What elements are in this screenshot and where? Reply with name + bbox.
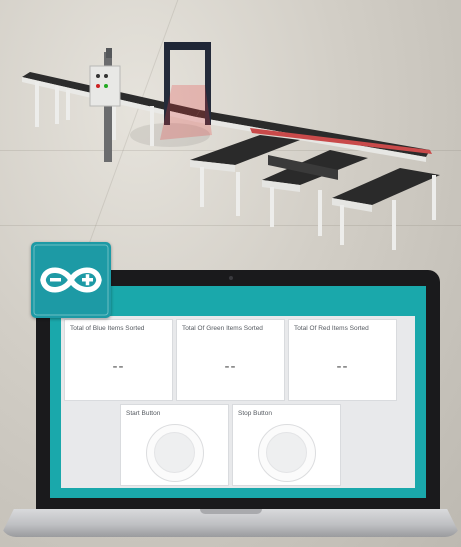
green-items-card: Total Of Green Items Sorted --: [176, 319, 285, 401]
control-cabinet: [89, 48, 121, 162]
stop-button-title: Stop Button: [238, 410, 272, 417]
blue-items-title: Total of Blue Items Sorted: [70, 325, 145, 332]
blue-items-value: --: [112, 358, 125, 375]
red-items-value: --: [336, 358, 349, 375]
scanner-gate: [160, 42, 212, 140]
stop-button-card: Stop Button: [232, 404, 341, 486]
red-items-card: Total Of Red Items Sorted --: [288, 319, 397, 401]
arduino-logo: [31, 242, 111, 318]
laptop-notch: [200, 509, 262, 514]
green-items-title: Total Of Green Items Sorted: [182, 325, 263, 332]
dashboard: Total of Blue Items Sorted -- Total Of G…: [61, 316, 415, 488]
webcam-icon: [229, 276, 233, 280]
blue-items-card: Total of Blue Items Sorted --: [64, 319, 173, 401]
green-items-value: --: [224, 358, 237, 375]
arduino-logo-icon: [33, 244, 109, 316]
red-items-title: Total Of Red Items Sorted: [294, 325, 369, 332]
stop-button-face: [266, 432, 307, 473]
conveyor-scene: [22, 42, 440, 250]
start-button-face: [154, 432, 195, 473]
stop-button[interactable]: [258, 424, 316, 482]
start-button-title: Start Button: [126, 410, 161, 417]
start-button[interactable]: [146, 424, 204, 482]
start-button-card: Start Button: [120, 404, 229, 486]
